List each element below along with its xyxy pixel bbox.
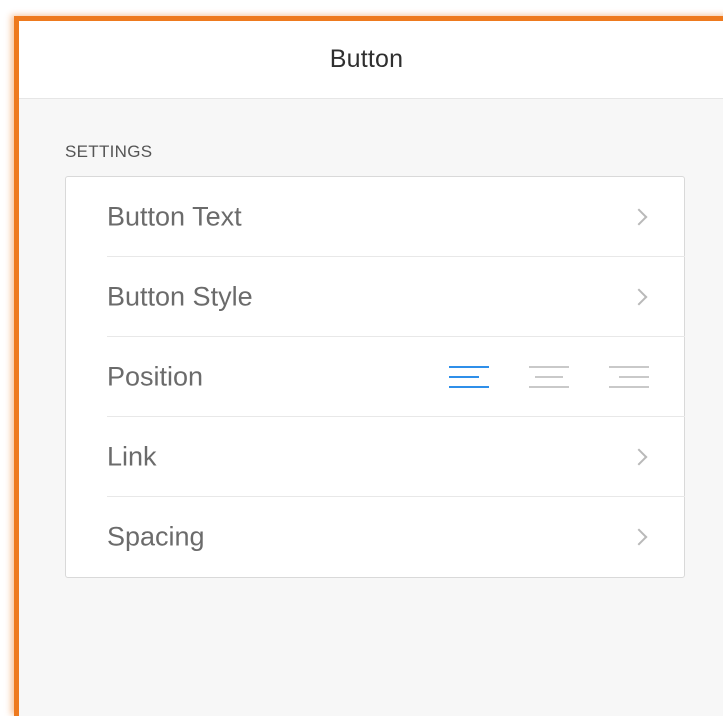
row-label: Link [107, 441, 157, 471]
panel-header: Button [19, 21, 723, 99]
row-label: Spacing [107, 521, 205, 552]
row-label: Button Style [107, 281, 253, 311]
chevron-right-icon [630, 448, 648, 465]
settings-section-label: SETTINGS [65, 142, 153, 161]
align-left-icon[interactable] [449, 362, 491, 392]
settings-row-link[interactable]: Link [107, 417, 685, 497]
settings-row-position: Position [107, 337, 685, 417]
align-right-icon[interactable] [607, 362, 649, 392]
settings-row-button-text[interactable]: Button Text [107, 177, 685, 257]
settings-list: Button Text Button Style Position Link S… [65, 176, 685, 578]
chevron-right-icon [630, 528, 648, 546]
row-label: Button Text [107, 201, 242, 231]
panel-title: Button [329, 45, 404, 73]
button-settings-panel: Button SETTINGS Button Text Button Style… [14, 16, 723, 716]
chevron-right-icon [630, 288, 648, 305]
align-center-icon[interactable] [528, 362, 570, 392]
settings-row-button-style[interactable]: Button Style [107, 257, 685, 337]
settings-row-spacing[interactable]: Spacing [107, 497, 685, 577]
position-alignment-group [449, 362, 649, 392]
chevron-right-icon [630, 208, 648, 225]
row-label: Position [107, 361, 204, 391]
